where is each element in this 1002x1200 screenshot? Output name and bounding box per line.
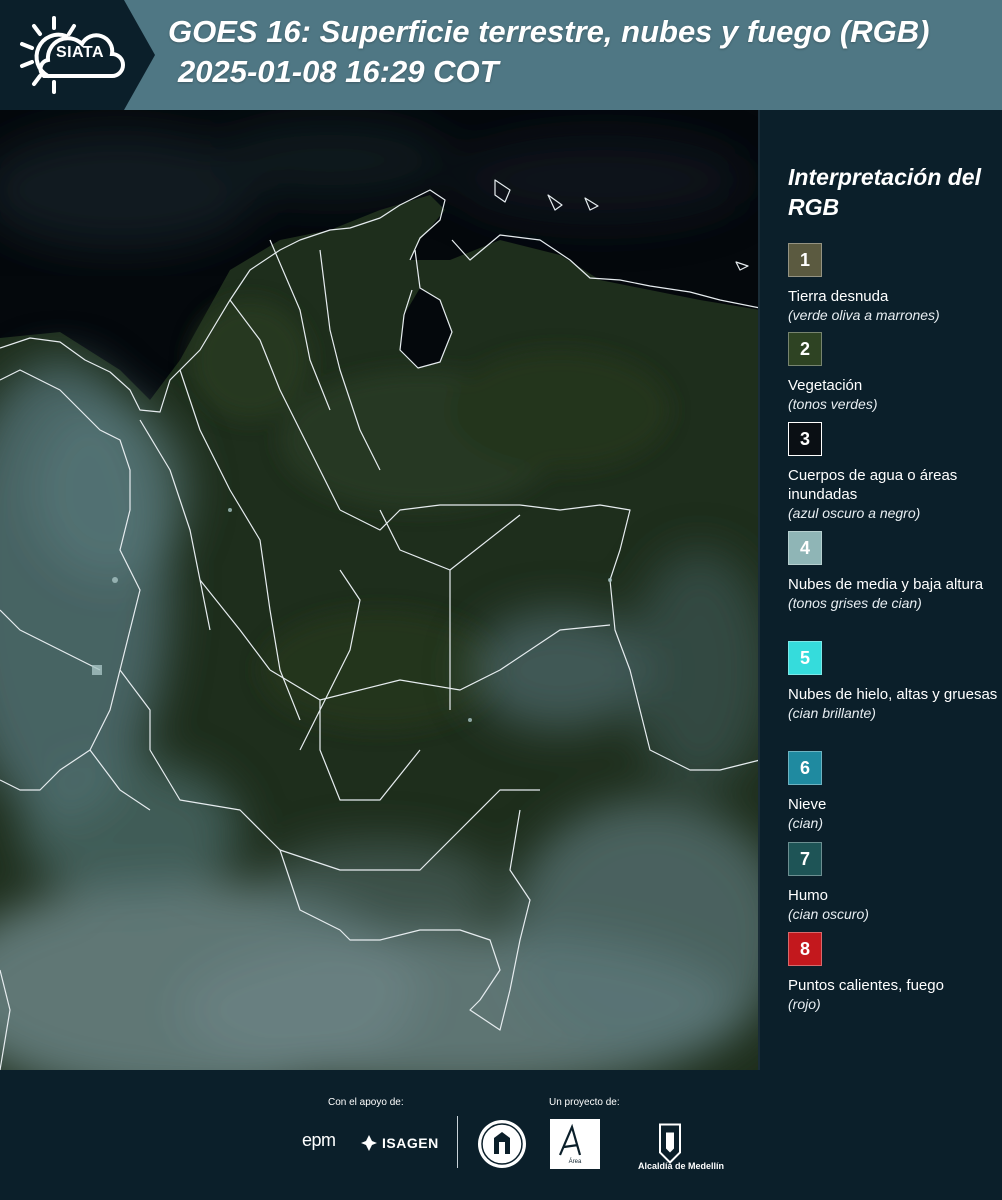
support-label: Con el apoyo de: <box>328 1097 404 1108</box>
legend-item-desc: (cian) <box>788 815 824 831</box>
legend-item-desc: (verde oliva a marrones) <box>788 307 940 323</box>
legend-swatch: 1 <box>788 243 822 277</box>
legend-item-desc: (rojo) <box>788 996 821 1012</box>
legend-item-desc: (cian brillante) <box>788 705 876 721</box>
legend-swatch: 8 <box>788 932 822 966</box>
legend-item-label: Tierra desnuda <box>788 288 889 305</box>
legend-item-desc: (azul oscuro a negro) <box>788 505 921 521</box>
legend-item-label: Nieve <box>788 796 827 813</box>
satellite-image[interactable] <box>0 110 760 1070</box>
university-seal-icon <box>478 1120 526 1168</box>
legend-item-desc: (tonos grises de cian) <box>788 595 922 611</box>
siata-logo-text: SIATA <box>55 44 105 61</box>
header-bar: SIATA GOES 16: Superficie terrestre, nub… <box>0 0 1002 110</box>
isagen-logo-text: ISAGEN <box>382 1135 439 1151</box>
legend-item-label: Humo <box>788 887 829 904</box>
legend-item-vegetation: 2 Vegetación (tonos verdes) <box>788 332 998 414</box>
isagen-icon <box>361 1135 377 1151</box>
legend-item-ice-clouds: 5 Nubes de hielo, altas y gruesas (cian … <box>788 641 998 723</box>
project-label: Un proyecto de: <box>549 1097 620 1108</box>
legend-swatch: 3 <box>788 422 822 456</box>
legend-item-snow: 6 Nieve (cian) <box>788 751 998 833</box>
metropolitan-area-text: Área <box>569 1158 582 1165</box>
medellin-logo-text: Alcaldía de Medellín <box>638 1161 725 1171</box>
metropolitan-area-icon: Área <box>558 1123 582 1165</box>
legend-title: Interpretación del RGB <box>788 164 981 220</box>
legend-item-smoke: 7 Humo (cian oscuro) <box>788 842 998 924</box>
page-title: GOES 16: Superficie terrestre, nubes y f… <box>168 14 930 49</box>
legend-item-water: 3 Cuerpos de agua o áreas inundadas (azu… <box>788 422 998 523</box>
legend-item-label: Nubes de media y baja altura <box>788 576 984 593</box>
legend-swatch: 4 <box>788 531 822 565</box>
legend-item-label: Nubes de hielo, altas y gruesas <box>788 686 998 703</box>
legend-item-label: Cuerpos de agua o áreas inundadas <box>788 467 958 503</box>
isagen-logo: ISAGEN <box>360 1132 439 1154</box>
footer-divider <box>457 1116 458 1168</box>
timestamp: 2025-01-08 16:29 COT <box>178 54 499 89</box>
legend-item-fire: 8 Puntos calientes, fuego (rojo) <box>788 932 998 1014</box>
legend-swatch: 5 <box>788 641 822 675</box>
legend-item-bare-soil: 1 Tierra desnuda (verde oliva a marrones… <box>788 243 998 325</box>
footer: Con el apoyo de: Un proyecto de: epm ISA… <box>0 1070 1002 1200</box>
legend-item-desc: (tonos verdes) <box>788 396 878 412</box>
epm-logo: epm <box>302 1130 336 1150</box>
siata-logo: SIATA <box>0 0 155 110</box>
legend-swatch: 2 <box>788 332 822 366</box>
legend-item-desc: (cian oscuro) <box>788 906 869 922</box>
legend-swatch: 6 <box>788 751 822 785</box>
legend-item-mid-low-clouds: 4 Nubes de media y baja altura (tonos gr… <box>788 531 998 613</box>
legend-item-label: Puntos calientes, fuego <box>788 977 944 994</box>
metropolitan-area-logo: Área <box>550 1119 600 1169</box>
legend-swatch: 7 <box>788 842 822 876</box>
legend-item-label: Vegetación <box>788 377 863 394</box>
satellite-map <box>0 110 758 1070</box>
legend-panel: Interpretación del RGB 1 Tierra desnuda … <box>762 110 1002 1070</box>
